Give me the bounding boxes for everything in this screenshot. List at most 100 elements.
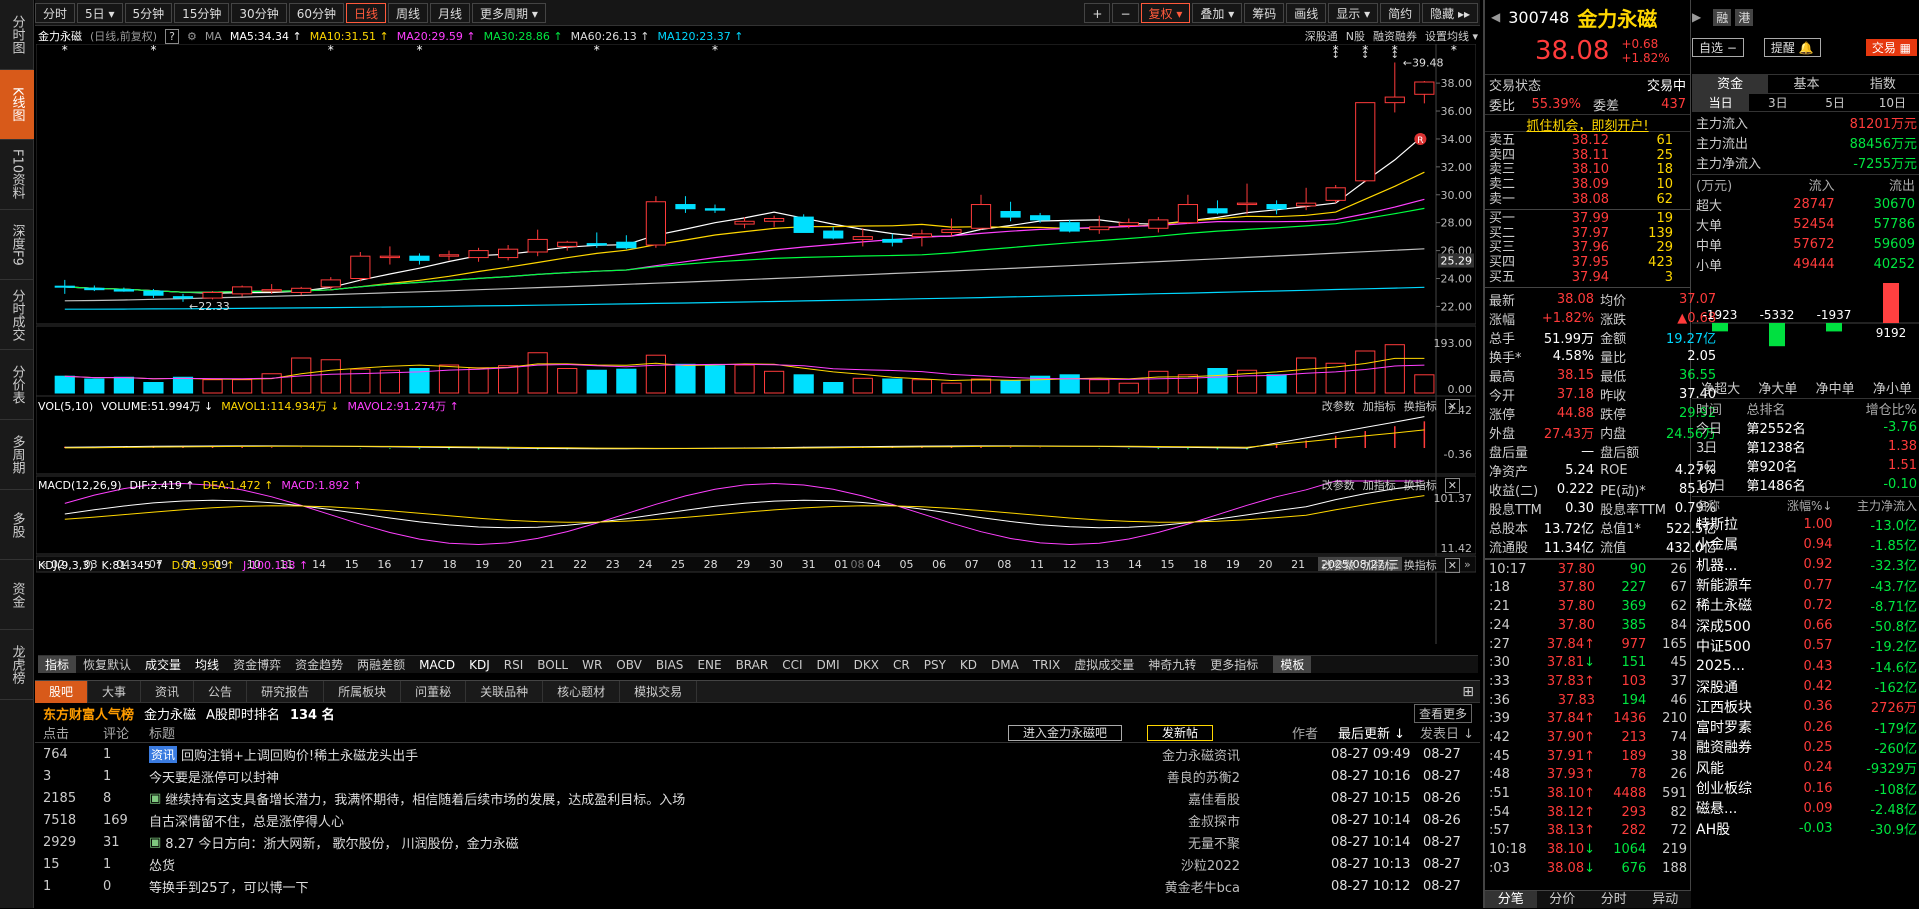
indicator-tab-26[interactable]: 更多指标 (1203, 656, 1265, 673)
sector-name[interactable]: 融资融券 (1692, 737, 1771, 757)
forum-tab-2[interactable]: 资讯 (141, 681, 195, 703)
sector-row[interactable]: 2025... 0.43 -14.6亿 (1692, 656, 1919, 676)
simple-button[interactable]: 简约 (1380, 2, 1421, 23)
post-row[interactable]: 2929 31 ▣ 8.27 今日方向：浙大网新， 歌尔股份， 川润股份，金力永磁 无量… (35, 831, 1480, 853)
post-row[interactable]: 3 1 今天要是涨停可以封神 善良的苏衡2 08-27 10:16 08-27 (35, 765, 1480, 787)
period-more[interactable]: 更多周期 ▾ (472, 2, 546, 23)
post-title-wrap[interactable]: ▣ 继续持有这支具备增长潜力，我满怀期待，相信随着后续市场的发展，达成盈利目标。入… (149, 789, 685, 808)
adjust-button[interactable]: 复权 ▾ (1140, 2, 1191, 23)
forum-tab-3[interactable]: 公告 (194, 681, 248, 703)
sector-row[interactable]: 融资融券 0.25 -260亿 (1692, 737, 1919, 757)
orderbook-row[interactable]: 卖二 38.09 10 (1485, 178, 1691, 193)
next-stock-icon[interactable]: ▶ (1692, 10, 1701, 24)
period-5day[interactable]: 5日 ▾ (77, 2, 123, 23)
ma-settings-button[interactable]: 设置均线 ▾ (1425, 28, 1478, 44)
post-title-wrap[interactable]: 今天要是涨停可以封神 (149, 767, 279, 786)
indicator-tab-4[interactable]: 资金博弈 (226, 656, 288, 673)
fund-sub-tab-1[interactable]: 3日 (1749, 94, 1806, 111)
post-title-wrap[interactable]: 资讯 回购注销+上调回购价!稀土永磁龙头出手 (149, 745, 418, 764)
indicator-tab-10[interactable]: BOLL (530, 658, 575, 672)
tick-tab-0[interactable]: 分笔 (1485, 891, 1537, 908)
indicator-tab-5[interactable]: 资金趋势 (288, 656, 350, 673)
indicator-tab-13[interactable]: BIAS (649, 658, 691, 672)
sector-name[interactable]: 稀土永磁 (1692, 595, 1771, 615)
post-title[interactable]: 自古深情留不住，总是涨停得人心 (149, 811, 344, 830)
period-60min[interactable]: 60分钟 (288, 2, 344, 23)
kdj-switch-button[interactable]: 换指标 (1404, 557, 1437, 573)
sector-name[interactable]: 新能源车 (1692, 575, 1771, 595)
period-monthly[interactable]: 月线 (430, 2, 471, 23)
post-row[interactable]: 764 1 资讯 回购注销+上调回购价!稀土永磁龙头出手 金力永磁资讯 08-27 09:… (35, 743, 1480, 765)
forum-tab-0[interactable]: 股吧 (35, 681, 89, 703)
vtab-intraday[interactable]: 分时图 (0, 0, 34, 70)
fund-sub-tab-0[interactable]: 当日 (1692, 94, 1750, 111)
indicator-tab-1[interactable]: 恢复默认 (76, 656, 138, 673)
promo-link[interactable]: 抓住机会，即刻开户! (1485, 114, 1690, 134)
post-row[interactable]: 15 1 怂货 沙粒2022 08-27 10:13 08-27 (35, 853, 1480, 875)
indicator-tab-24[interactable]: 虚拟成交量 (1067, 656, 1141, 673)
sector-name[interactable]: AH股 (1692, 818, 1771, 838)
close-icon[interactable]: ✕ (1444, 557, 1460, 573)
post-title-wrap[interactable]: 自古深情留不住，总是涨停得人心 (149, 811, 344, 830)
prev-stock-icon[interactable]: ◀ (1491, 10, 1500, 24)
sector-row[interactable]: 创业板综 0.16 -108亿 (1692, 778, 1919, 798)
hk-connect-label[interactable]: 深股通 (1305, 28, 1338, 44)
margin-label[interactable]: 融资融券 (1373, 28, 1417, 44)
post-title[interactable]: 回购注销+上调回购价!稀土永磁龙头出手 (181, 745, 418, 764)
vtab-funds[interactable]: 资金 (0, 560, 34, 630)
sector-name[interactable]: 深股通 (1692, 676, 1771, 696)
indicator-tab-19[interactable]: CR (886, 658, 917, 672)
forum-tab-7[interactable]: 关联品种 (466, 681, 544, 703)
sector-row[interactable]: 稀土永磁 0.72 -8.71亿 (1692, 595, 1919, 615)
forum-tab-4[interactable]: 研究报告 (247, 681, 325, 703)
indicator-tab-7[interactable]: MACD (412, 658, 462, 672)
sector-row[interactable]: 深股通 0.42 -162亿 (1692, 676, 1919, 696)
indicator-tab-23[interactable]: TRIX (1026, 658, 1067, 672)
post-row[interactable]: 7518 169 自古深情留不住，总是涨停得人心 金叔探市 08-27 10:14 08-… (35, 809, 1480, 831)
sector-name[interactable]: 机器... (1692, 555, 1771, 575)
post-title-wrap[interactable]: ▣ 8.27 今日方向：浙大网新， 歌尔股份， 川润股份，金力永磁 (149, 833, 519, 852)
sector-name[interactable]: 富时罗素 (1692, 717, 1771, 737)
orderbook-row[interactable]: 买一 37.99 19 (1485, 212, 1691, 227)
post-title[interactable]: 等换手到25了，可以博一下 (149, 877, 309, 896)
tick-tab-1[interactable]: 分价 (1537, 891, 1589, 908)
kdj-params-button[interactable]: 改参数 (1322, 557, 1355, 573)
indicator-tab-6[interactable]: 两融差额 (350, 656, 412, 673)
fund-tab-1[interactable]: 基本 (1768, 75, 1844, 93)
indicator-tab-12[interactable]: OBV (609, 658, 649, 672)
post-title-wrap[interactable]: 怂货 (149, 855, 175, 874)
post-author[interactable]: 善良的苏衡2 (1167, 767, 1240, 786)
vtab-dragon-tiger[interactable]: 龙虎榜 (0, 630, 34, 700)
post-title[interactable]: 8.27 今日方向：浙大网新， 歌尔股份， 川润股份，金力永磁 (165, 833, 518, 852)
chips-button[interactable]: 筹码 (1244, 2, 1285, 23)
help-icon[interactable]: ? (165, 28, 179, 44)
sector-row[interactable]: 特斯拉 1.00 -13.0亿 (1692, 514, 1919, 534)
vtab-trades[interactable]: 分时成交 (0, 280, 34, 350)
period-intraday[interactable]: 分时 (35, 2, 76, 23)
sector-row[interactable]: 机器... 0.92 -32.3亿 (1692, 555, 1919, 575)
indicator-tab-20[interactable]: PSY (917, 658, 953, 672)
sector-name[interactable]: 小金属 (1692, 534, 1771, 554)
vtab-multi-period[interactable]: 多周期 (0, 420, 34, 490)
close-icon[interactable]: ✕ (1444, 398, 1460, 414)
indicator-tab-22[interactable]: DMA (984, 658, 1026, 672)
col-update[interactable]: 最后更新 ↓ (1338, 723, 1405, 742)
display-button[interactable]: 显示 ▾ (1328, 2, 1379, 23)
sector-row[interactable]: AH股 -0.03 -30.9亿 (1692, 818, 1919, 838)
post-title[interactable]: 怂货 (149, 855, 175, 874)
fund-tab-0[interactable]: 资金 (1692, 75, 1769, 93)
post-title[interactable]: 继续持有这支具备增长潜力，我满怀期待，相信随着后续市场的发展，达成盈利目标。入场 (165, 789, 685, 808)
close-icon[interactable]: ✕ (1444, 477, 1460, 493)
zoom-out-button[interactable]: − (1112, 2, 1139, 23)
post-author[interactable]: 无量不聚 (1188, 833, 1240, 852)
indicator-tab-17[interactable]: DMI (810, 658, 847, 672)
col-date[interactable]: 发表日 ↓ (1420, 723, 1474, 742)
expand-icon[interactable]: ⊞ (1462, 681, 1474, 702)
orderbook-row[interactable]: 卖一 38.08 62 (1485, 192, 1691, 207)
sector-row[interactable]: 磁悬... 0.09 -2.48亿 (1692, 798, 1919, 818)
tick-tab-3[interactable]: 异动 (1640, 891, 1692, 908)
indicator-tab-15[interactable]: BRAR (729, 658, 776, 672)
gear-icon[interactable]: ⚙ (187, 30, 197, 43)
indicator-tab-27[interactable]: 模板 (1273, 656, 1312, 673)
fund-sub-tab-3[interactable]: 10日 (1864, 94, 1919, 111)
